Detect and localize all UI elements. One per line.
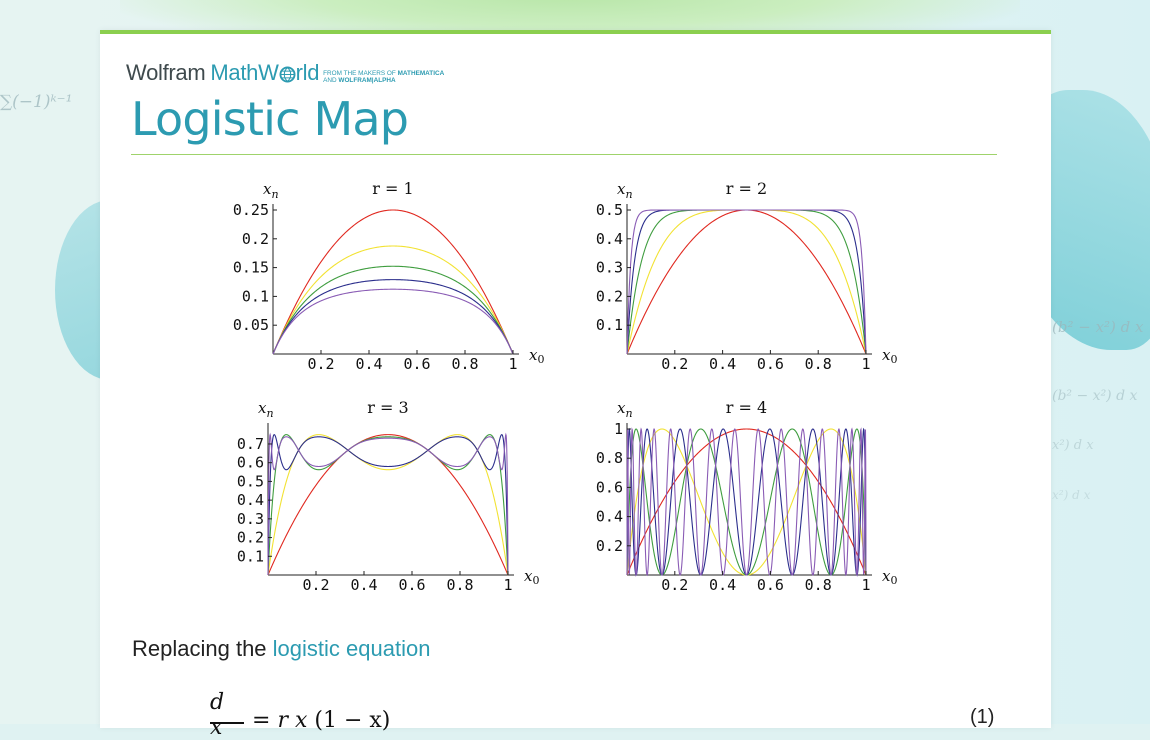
background-math-formula: x²) d x	[1052, 438, 1094, 453]
equation-rhs: = r x (1 − x)	[252, 708, 390, 733]
x-axis-label: x0	[524, 567, 539, 587]
x-tick-label: 0.6	[403, 355, 430, 373]
x-tick-label: 0.6	[398, 576, 425, 594]
equation-x: x	[294, 708, 308, 733]
x-tick-label: 1	[861, 576, 870, 594]
panel-title: r = 3	[367, 398, 408, 417]
series-line-n2	[626, 428, 867, 576]
background-math-formula: (b² − x²) d x	[1052, 318, 1144, 336]
intro-text: Replacing the	[132, 636, 273, 661]
x-tick-label: 0.2	[307, 355, 334, 373]
series-line-n1	[626, 428, 867, 576]
y-tick-label: 0.8	[596, 449, 623, 467]
y-tick-label: 0.4	[596, 508, 623, 526]
series-line-n2	[272, 245, 514, 355]
series-line-n1	[272, 209, 514, 355]
series-line-n4	[626, 427, 867, 576]
fraction-bar	[210, 722, 244, 724]
y-tick-label: 0.1	[242, 287, 269, 305]
y-axis-label: xn	[617, 399, 633, 420]
x-tick-label: 0.4	[355, 355, 382, 373]
x-axis-label: x0	[882, 567, 897, 587]
x-tick-label: 0.4	[350, 576, 377, 594]
x-tick-label: 0.8	[451, 355, 478, 373]
logistic-equation-link[interactable]: logistic equation	[273, 636, 431, 661]
series-line-n3	[267, 434, 509, 576]
y-tick-label: 0.6	[596, 478, 623, 496]
x-tick-label: 0.2	[661, 355, 688, 373]
y-tick-label: 0.25	[233, 201, 269, 219]
x-tick-label: 1	[503, 576, 512, 594]
y-tick-label: 0.3	[596, 259, 623, 277]
y-tick-label: 0.2	[237, 529, 264, 547]
series-line-n5	[626, 209, 867, 355]
series-line-n2	[267, 434, 509, 576]
x-tick-label: 0.4	[709, 355, 736, 373]
y-tick-label: 0.2	[596, 537, 623, 555]
equation-numerator: d x	[210, 690, 225, 740]
y-axis-label: xn	[617, 180, 633, 201]
intro-paragraph: Replacing the logistic equation	[132, 636, 430, 662]
x-axis-label: x0	[882, 346, 897, 366]
panel-title: r = 1	[372, 179, 413, 198]
x-tick-label: 0.2	[661, 576, 688, 594]
series-line-n5	[267, 432, 509, 576]
x-tick-label: 0.6	[757, 576, 784, 594]
y-tick-label: 0.05	[233, 316, 269, 334]
panel-title: r = 2	[726, 179, 767, 198]
series-line-n5	[626, 427, 867, 577]
x-tick-label: 1	[861, 355, 870, 373]
y-tick-label: 0.5	[596, 201, 623, 219]
x-tick-label: 0.6	[757, 355, 784, 373]
y-tick-label: 0.7	[237, 435, 264, 453]
y-tick-label: 0.1	[596, 316, 623, 334]
series-line-n1	[267, 434, 509, 576]
series-line-n4	[267, 434, 509, 576]
equation-r: r	[277, 708, 288, 733]
y-tick-label: 0.2	[242, 230, 269, 248]
series-line-n5	[272, 288, 514, 355]
series-line-n2	[626, 209, 867, 355]
y-tick-label: 0.15	[233, 259, 269, 277]
x-tick-label: 0.4	[709, 576, 736, 594]
y-axis-label: xn	[258, 399, 274, 420]
series-line-n1	[626, 209, 867, 355]
background-math-formula: ∑(−1)ᵏ⁻¹	[0, 92, 73, 112]
logistic-map-figure: 0.2 0.4 0.6 0.8 1 0.05 0.1 0.15 0.2 0.25 r = 1 xn x0…	[233, 179, 898, 594]
y-tick-label: 1	[614, 420, 623, 438]
content-card: Wolfram MathW rld FROM THE MAKERS OF MAT…	[100, 30, 1051, 740]
y-axis-label: xn	[263, 180, 279, 201]
series-line-n3	[626, 209, 867, 355]
y-tick-label: 0.6	[237, 454, 264, 472]
panel-title: r = 4	[726, 398, 767, 417]
y-tick-label: 0.4	[237, 491, 264, 509]
x-tick-label: 0.8	[805, 355, 832, 373]
equation-number: (1)	[970, 706, 995, 728]
x-tick-label: 1	[508, 355, 517, 373]
equation-factor: (1 − x)	[314, 708, 391, 733]
y-tick-label: 0.4	[596, 230, 623, 248]
x-tick-label: 0.2	[302, 576, 329, 594]
x-tick-label: 0.8	[446, 576, 473, 594]
background-math-formula: x²) d x	[1052, 488, 1091, 502]
equals-sign: =	[252, 708, 271, 733]
y-tick-label: 0.5	[237, 472, 264, 490]
x-axis-label: x0	[529, 346, 544, 366]
x-tick-label: 0.8	[805, 576, 832, 594]
series-line-n3	[626, 428, 867, 576]
series-line-n4	[626, 209, 867, 355]
y-tick-label: 0.2	[596, 287, 623, 305]
y-tick-label: 0.3	[237, 510, 264, 528]
y-tick-label: 0.1	[237, 547, 264, 565]
background-math-formula: (b² − x²) d x	[1052, 388, 1138, 404]
